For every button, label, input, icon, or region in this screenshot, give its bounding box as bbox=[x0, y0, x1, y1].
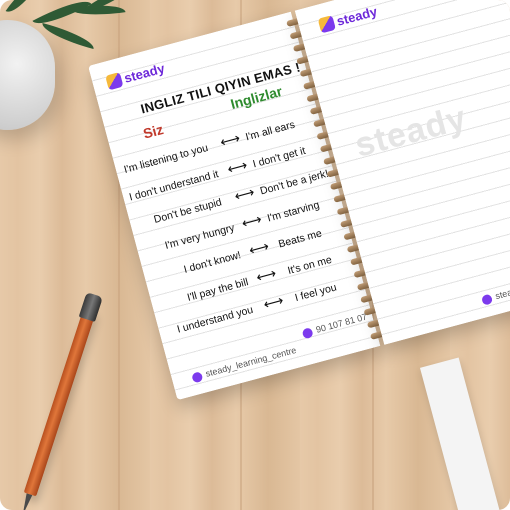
orange-pen bbox=[19, 292, 103, 510]
phrase-left: Don't be stupid bbox=[152, 196, 224, 226]
plant-leaf bbox=[32, 0, 92, 33]
plant-pot bbox=[0, 20, 55, 130]
footer-handle: steady_learning_centre bbox=[204, 344, 298, 379]
double-arrow-icon: ⟷ bbox=[225, 156, 249, 178]
double-arrow-icon: ⟷ bbox=[239, 210, 264, 232]
phrase-right: I feel you bbox=[293, 281, 338, 305]
double-arrow-icon: ⟷ bbox=[218, 129, 242, 151]
phrase-left: I'm listening to you bbox=[122, 141, 210, 176]
plant-leaf bbox=[5, 0, 39, 18]
steady-logo-text: steady bbox=[335, 3, 379, 29]
footer-handle: steady_learning_centre bbox=[494, 267, 510, 302]
column-header-siz: Siz bbox=[141, 120, 166, 142]
notebook: steady INGLIZ TILI QIYIN EMAS ! Siz Ingl… bbox=[88, 0, 510, 401]
footer-phone: 90 107 81 07 bbox=[314, 311, 369, 335]
phrase-right: It's on me bbox=[286, 253, 334, 278]
phrase-right: Don't be a jerk! bbox=[258, 167, 330, 198]
pen-tip bbox=[19, 493, 33, 510]
steady-logo-icon bbox=[105, 72, 124, 91]
instagram-icon bbox=[480, 293, 494, 306]
double-arrow-icon: ⟷ bbox=[254, 264, 278, 286]
double-arrow-icon: ⟷ bbox=[261, 291, 286, 313]
phrase-left: I understand you bbox=[175, 303, 255, 336]
phrase-right: Beats me bbox=[277, 227, 324, 251]
pen-cap bbox=[78, 292, 103, 323]
phrase-right: I'm starving bbox=[266, 199, 321, 225]
steady-logo-text: steady bbox=[122, 60, 167, 86]
double-arrow-icon: ⟷ bbox=[232, 183, 257, 205]
paper-sheet bbox=[419, 357, 501, 510]
phrase-right: I don't get it bbox=[251, 144, 307, 171]
double-arrow-icon: ⟷ bbox=[247, 237, 271, 259]
steady-logo-icon bbox=[317, 15, 337, 34]
phrase-right: I'm all ears bbox=[244, 118, 297, 144]
phrase-left: I don't understand it bbox=[127, 168, 220, 204]
photo-scene: steady INGLIZ TILI QIYIN EMAS ! Siz Ingl… bbox=[0, 0, 510, 510]
phrase-left: I'll pay the bill bbox=[185, 276, 250, 304]
phrase-left: I'm very hungry bbox=[163, 221, 236, 252]
instagram-icon bbox=[191, 371, 204, 384]
phone-icon bbox=[301, 327, 314, 340]
phrase-left: I don't know! bbox=[182, 249, 243, 276]
